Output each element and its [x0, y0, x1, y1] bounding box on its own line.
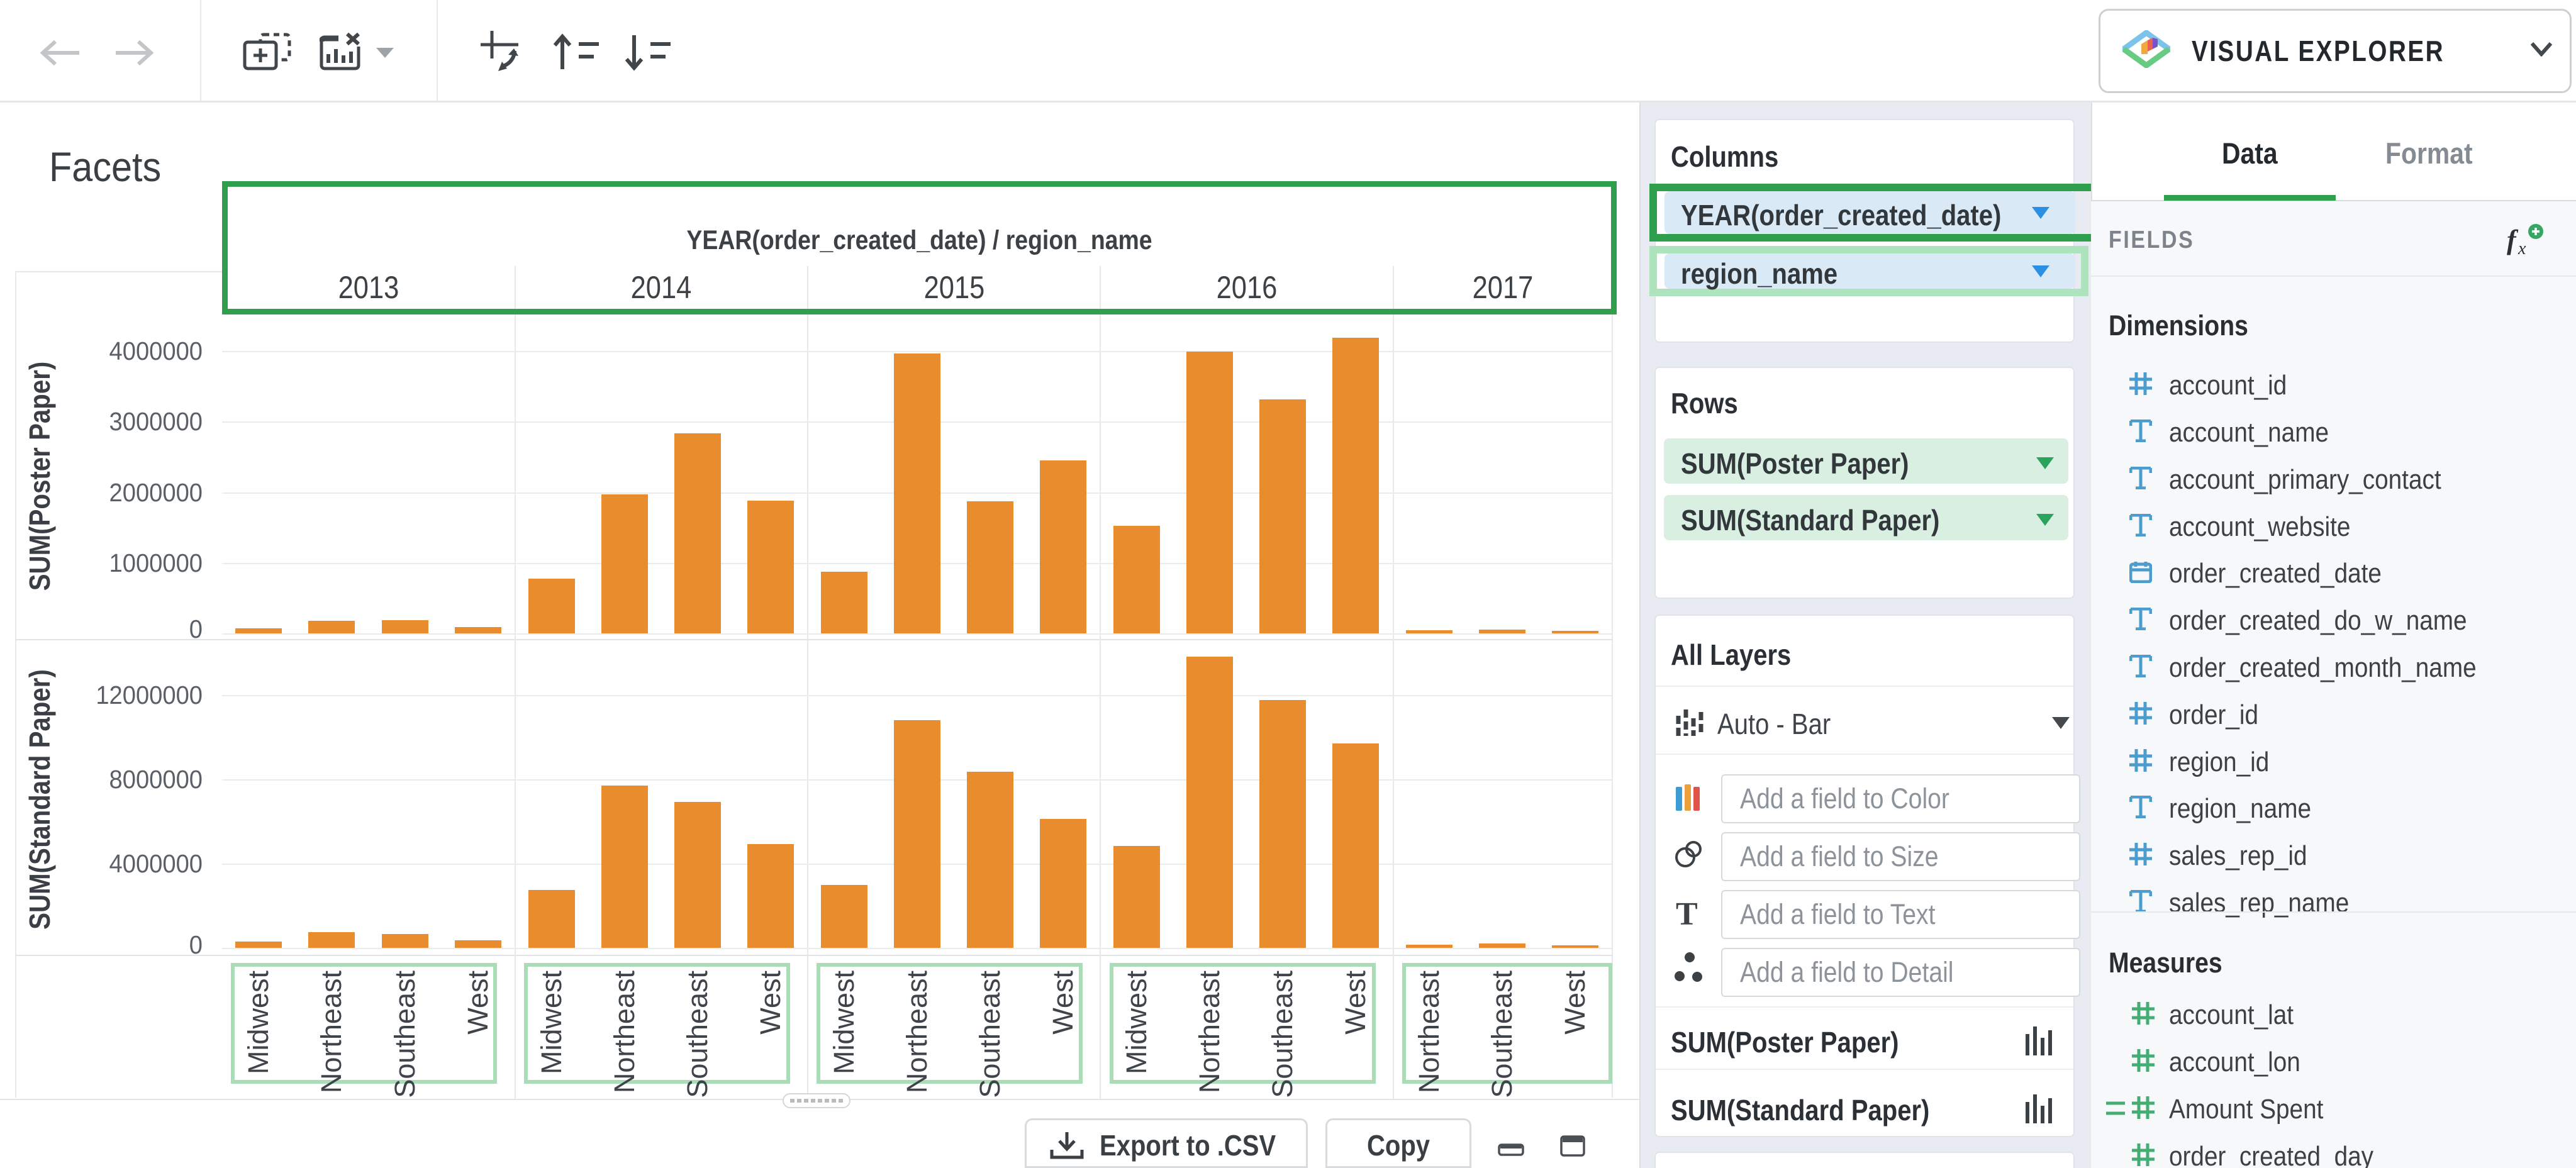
svg-text:x: x — [2517, 239, 2526, 255]
svg-text:f: f — [2507, 225, 2519, 255]
